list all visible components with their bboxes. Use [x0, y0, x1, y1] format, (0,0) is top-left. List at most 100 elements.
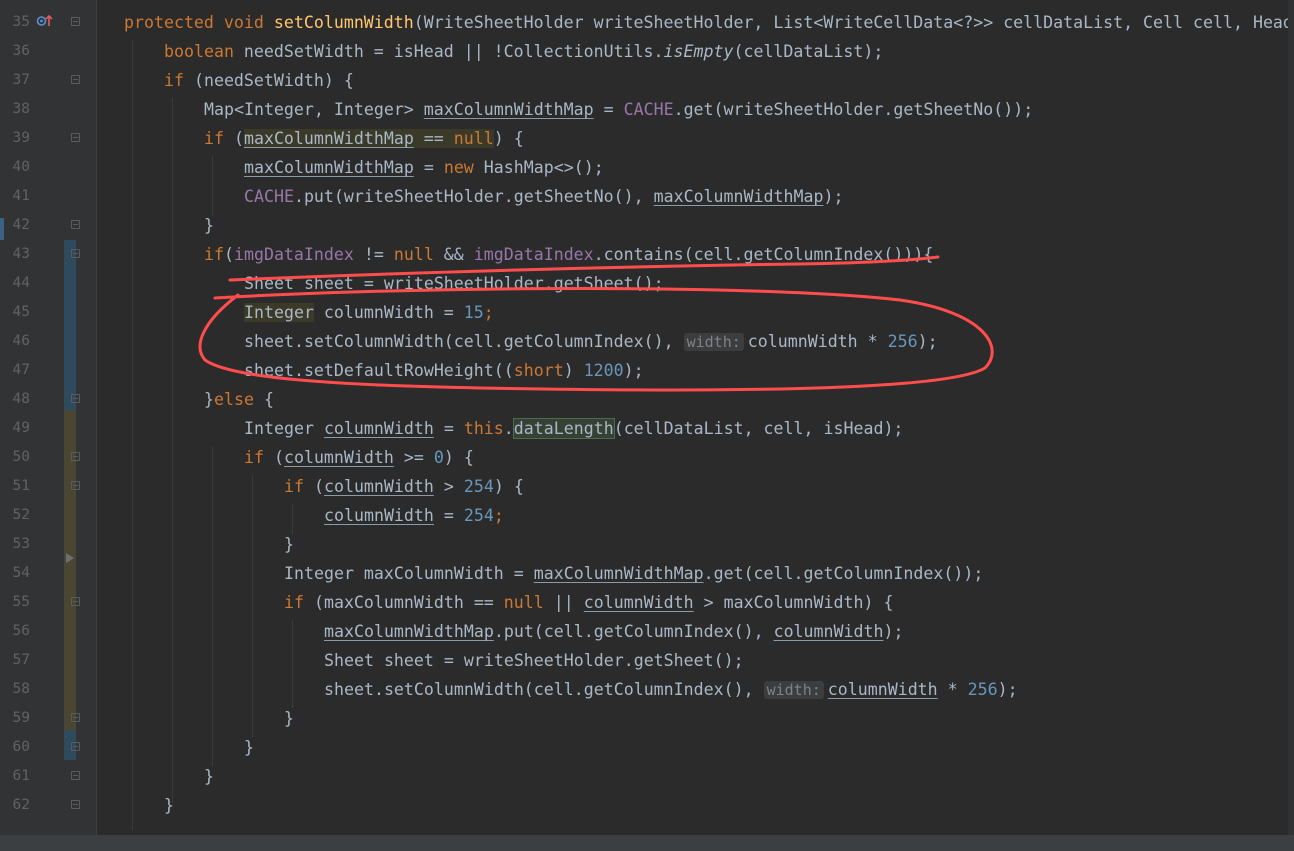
fold-toggle[interactable] — [71, 220, 80, 229]
override-up-arrow-icon[interactable] — [36, 13, 54, 29]
code-line[interactable]: if (needSetWidth) { — [164, 66, 354, 95]
code-line[interactable]: } — [284, 530, 294, 559]
code-token: columnWidth — [324, 506, 434, 525]
code-line[interactable]: maxColumnWidthMap.put(cell.getColumnInde… — [324, 617, 903, 646]
code-token: (cellDataList); — [733, 42, 884, 61]
fold-toggle[interactable] — [71, 800, 80, 809]
code-token: null — [393, 245, 434, 264]
code-token: maxColumnWidthMap — [243, 129, 414, 148]
code-line[interactable]: columnWidth = 254; — [324, 501, 504, 530]
code-line[interactable]: sheet.setDefaultRowHeight((short) 1200); — [244, 356, 644, 385]
fold-toggle[interactable] — [71, 249, 80, 258]
fold-toggle[interactable] — [71, 713, 80, 722]
code-line[interactable]: Map<Integer, Integer> maxColumnWidthMap … — [204, 95, 1033, 124]
code-line[interactable]: if (columnWidth > 254) { — [284, 472, 524, 501]
code-line[interactable]: } — [244, 733, 254, 762]
code-line[interactable]: Sheet sheet = writeSheetHolder.getSheet(… — [324, 646, 744, 675]
code-line[interactable]: if (columnWidth >= 0) { — [244, 443, 474, 472]
code-token: columnWidth * — [747, 332, 888, 351]
code-line[interactable]: } — [204, 211, 214, 240]
gutter-separator — [96, 0, 97, 851]
editor-scrollbar[interactable] — [1288, 0, 1294, 835]
line-number: 62 — [12, 797, 30, 813]
code-token: maxColumnWidthMap — [324, 622, 494, 641]
code-token: (maxColumnWidth == — [303, 593, 504, 612]
code-line[interactable]: if (maxColumnWidthMap == null) { — [204, 124, 524, 153]
code-token: if — [284, 593, 304, 612]
code-line[interactable]: } — [164, 791, 174, 820]
fold-toggle[interactable] — [71, 133, 80, 142]
code-token: columnWidth — [773, 622, 884, 641]
code-token: null — [503, 593, 544, 612]
code-line[interactable]: maxColumnWidthMap = new HashMap<>(); — [244, 153, 604, 182]
code-token: && — [433, 245, 474, 264]
horizontal-scrollbar[interactable] — [0, 835, 1294, 851]
code-token: .get(cell.getColumnIndex()); — [703, 564, 984, 583]
code-token: columnWidth — [323, 419, 434, 438]
line-number: 44 — [12, 275, 30, 291]
code-token: sheet.setDefaultRowHeight(( — [244, 361, 514, 380]
code-token: 256 — [887, 332, 918, 351]
code-token: Map<Integer, Integer> — [204, 100, 424, 119]
fold-toggle[interactable] — [71, 481, 80, 490]
code-token: = — [433, 419, 464, 438]
code-line[interactable]: }else { — [204, 385, 274, 414]
code-token: ( — [263, 448, 284, 467]
code-token: protected — [124, 13, 214, 32]
line-number: 51 — [12, 478, 30, 494]
line-number: 48 — [12, 391, 30, 407]
code-token: 254 — [463, 506, 494, 525]
line-number: 41 — [12, 188, 30, 204]
code-token: 15 — [463, 303, 484, 322]
code-token: } — [284, 535, 294, 554]
line-number: 61 — [12, 768, 30, 784]
code-token: if — [204, 129, 224, 148]
fold-toggle[interactable] — [71, 75, 80, 84]
code-token: short — [513, 361, 564, 380]
line-number: 39 — [12, 130, 30, 146]
code-token: ); — [883, 622, 904, 641]
fold-toggle[interactable] — [71, 394, 80, 403]
indent-guide — [212, 446, 213, 766]
vcs-modified-marker[interactable] — [64, 240, 76, 410]
code-line[interactable]: if (maxColumnWidth == null || columnWidt… — [284, 588, 893, 617]
fold-toggle[interactable] — [71, 771, 80, 780]
fold-toggle[interactable] — [71, 17, 80, 26]
code-token: } — [204, 767, 214, 786]
code-token: .contains(cell.getColumnIndex())){ — [593, 245, 934, 264]
line-number: 59 — [12, 710, 30, 726]
code-line[interactable]: } — [204, 762, 214, 791]
line-number: 38 — [12, 101, 30, 117]
code-token: needSetWidth = isHead || !CollectionUtil… — [233, 42, 664, 61]
code-token: new — [443, 158, 474, 177]
line-number: 50 — [12, 449, 30, 465]
code-token: .put(writeSheetHolder.getSheetNo(), — [293, 187, 654, 206]
code-line[interactable]: sheet.setColumnWidth(cell.getColumnIndex… — [324, 675, 1018, 705]
code-line[interactable]: sheet.setColumnWidth(cell.getColumnIndex… — [244, 327, 938, 357]
line-number: 52 — [12, 507, 30, 523]
line-number: 35 — [12, 14, 30, 30]
line-number: 56 — [12, 623, 30, 639]
code-line[interactable]: CACHE.put(writeSheetHolder.getSheetNo(),… — [244, 182, 843, 211]
code-line[interactable]: Sheet sheet = writeSheetHolder.getSheet(… — [244, 269, 664, 298]
code-line[interactable]: } — [284, 704, 294, 733]
fold-toggle[interactable] — [71, 452, 80, 461]
code-line[interactable]: Integer columnWidth = 15; — [244, 298, 494, 327]
code-line[interactable]: protected void setColumnWidth(WriteSheet… — [124, 8, 1293, 37]
line-number: 40 — [12, 159, 30, 175]
code-token: maxColumnWidthMap — [653, 187, 824, 206]
code-line[interactable]: Integer columnWidth = this.dataLength(ce… — [244, 414, 903, 443]
fold-toggle[interactable] — [71, 597, 80, 606]
code-line[interactable]: Integer maxColumnWidth = maxColumnWidthM… — [284, 559, 983, 588]
code-line[interactable]: boolean needSetWidth = isHead || !Collec… — [164, 37, 883, 66]
parameter-hint: width: — [763, 681, 824, 699]
breakpoint-arrow-icon — [66, 553, 74, 563]
code-token: ) { — [493, 477, 524, 496]
fold-toggle[interactable] — [71, 742, 80, 751]
code-line[interactable]: if(imgDataIndex != null && imgDataIndex.… — [204, 240, 933, 269]
code-token: void — [223, 13, 264, 32]
line-number: 53 — [12, 536, 30, 552]
code-token: if — [164, 71, 184, 90]
code-token: ); — [997, 680, 1018, 699]
line-number: 58 — [12, 681, 30, 697]
